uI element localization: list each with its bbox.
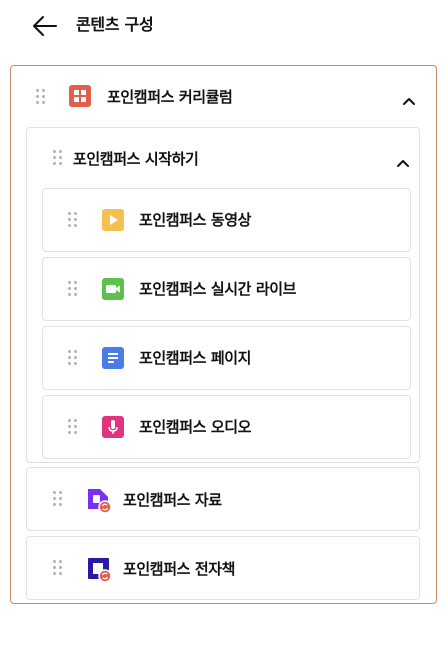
lesson-label: 포인캠퍼스 실시간 라이브: [139, 280, 297, 298]
drag-handle-icon[interactable]: [68, 350, 78, 366]
file-sync-icon: [86, 487, 114, 515]
lesson-label: 포인캠퍼스 오디오: [139, 418, 252, 436]
grid-icon: [69, 85, 91, 107]
chevron-up-icon[interactable]: [396, 153, 410, 167]
document-icon: [102, 347, 124, 369]
curriculum-container: 포인캠퍼스 커리큘럼 포인캠퍼스 시작하기 포인캠퍼스 동영상 포인캠퍼스 실시…: [10, 65, 437, 604]
lesson-label: 포인캠퍼스 페이지: [139, 349, 252, 367]
arrow-left-icon: [33, 16, 57, 36]
ebook-sync-icon: [86, 556, 114, 584]
lesson-item-audio[interactable]: 포인캠퍼스 오디오: [42, 395, 411, 459]
drag-handle-icon[interactable]: [53, 560, 63, 576]
drag-handle-icon[interactable]: [68, 281, 78, 297]
chevron-up-icon[interactable]: [402, 91, 416, 105]
drag-handle-icon[interactable]: [53, 150, 63, 166]
drag-handle-icon[interactable]: [68, 212, 78, 228]
video-camera-icon: [102, 278, 124, 300]
header: 콘텐츠 구성: [0, 0, 448, 52]
item-label: 포인캠퍼스 자료: [123, 491, 222, 509]
drag-handle-icon[interactable]: [68, 419, 78, 435]
drag-handle-icon[interactable]: [53, 491, 63, 507]
back-button[interactable]: [30, 12, 60, 40]
item-resource[interactable]: 포인캠퍼스 자료: [26, 467, 420, 531]
section-title: 포인캠퍼스 시작하기: [73, 150, 199, 168]
item-ebook[interactable]: 포인캠퍼스 전자책: [26, 536, 420, 600]
drag-handle-icon[interactable]: [36, 89, 46, 105]
curriculum-title: 포인캠퍼스 커리큘럼: [107, 88, 233, 106]
page-title: 콘텐츠 구성: [76, 15, 154, 34]
section-box: 포인캠퍼스 시작하기 포인캠퍼스 동영상 포인캠퍼스 실시간 라이브 포인캠퍼스…: [26, 127, 420, 463]
lesson-item-video[interactable]: 포인캠퍼스 동영상: [42, 188, 411, 252]
microphone-icon: [102, 416, 124, 438]
lesson-item-page[interactable]: 포인캠퍼스 페이지: [42, 326, 411, 390]
lesson-label: 포인캠퍼스 동영상: [139, 211, 252, 229]
play-icon: [102, 209, 124, 231]
lesson-item-live[interactable]: 포인캠퍼스 실시간 라이브: [42, 257, 411, 321]
item-label: 포인캠퍼스 전자책: [123, 560, 236, 578]
